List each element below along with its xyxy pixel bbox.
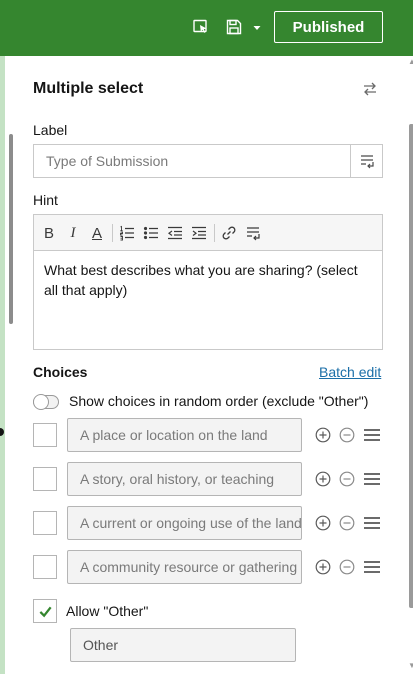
right-scrollbar[interactable] <box>409 124 413 608</box>
preview-icon[interactable] <box>191 16 211 38</box>
hint-editor: B I A What best describes what you are s… <box>33 214 383 350</box>
left-scrollbar[interactable] <box>9 134 13 324</box>
panel-title: Multiple select <box>33 80 144 97</box>
choice-field <box>67 462 302 496</box>
bullet-list-icon[interactable] <box>142 223 160 243</box>
outdent-icon[interactable] <box>166 223 184 243</box>
remove-choice-icon[interactable] <box>339 427 355 443</box>
insert-expression-icon[interactable] <box>244 223 262 243</box>
choice-input[interactable] <box>68 507 301 539</box>
hint-toolbar: B I A <box>34 215 382 251</box>
link-icon[interactable] <box>220 223 238 243</box>
swap-icon[interactable] <box>361 80 379 98</box>
choice-default-checkbox[interactable] <box>33 467 57 491</box>
choice-field <box>67 418 302 452</box>
text-color-icon[interactable]: A <box>88 223 106 243</box>
indent-icon[interactable] <box>190 223 208 243</box>
choice-row <box>33 418 385 452</box>
checkmark-icon <box>39 606 52 617</box>
drag-handle-icon[interactable] <box>363 427 381 443</box>
other-choice-input[interactable] <box>71 629 295 661</box>
label-field <box>33 144 383 178</box>
choice-field <box>67 550 302 584</box>
choices-heading: Choices <box>33 364 88 380</box>
hint-heading: Hint <box>33 192 58 208</box>
toolbar-divider <box>112 224 113 242</box>
toggle-knob <box>33 394 49 410</box>
hint-text[interactable]: What best describes what you are sharing… <box>34 251 382 309</box>
remove-choice-icon[interactable] <box>339 559 355 575</box>
allow-other-label: Allow "Other" <box>66 603 149 619</box>
italic-icon[interactable]: I <box>64 223 82 243</box>
choice-row <box>33 506 385 540</box>
ordered-list-icon[interactable] <box>118 223 136 243</box>
remove-choice-icon[interactable] <box>339 471 355 487</box>
choice-input[interactable] <box>68 463 301 495</box>
save-icon[interactable] <box>224 16 244 38</box>
choice-row <box>33 550 385 584</box>
properties-panel: ▲ ▼ Multiple select Label Hint B I A <box>5 56 413 674</box>
scroll-down-arrow[interactable]: ▼ <box>408 662 413 670</box>
insert-expression-icon[interactable] <box>350 145 382 177</box>
choice-default-checkbox[interactable] <box>33 423 57 447</box>
bold-icon[interactable]: B <box>40 223 58 243</box>
scroll-up-arrow[interactable]: ▲ <box>408 58 413 66</box>
top-toolbar: Published <box>0 0 413 56</box>
add-choice-icon[interactable] <box>315 427 331 443</box>
choice-field <box>67 506 302 540</box>
toolbar-divider <box>214 224 215 242</box>
choice-input[interactable] <box>68 551 301 583</box>
add-choice-icon[interactable] <box>315 559 331 575</box>
label-input[interactable] <box>34 145 350 177</box>
choice-default-checkbox[interactable] <box>33 555 57 579</box>
add-choice-icon[interactable] <box>315 471 331 487</box>
published-button[interactable]: Published <box>274 11 383 43</box>
drag-handle-icon[interactable] <box>363 471 381 487</box>
batch-edit-link[interactable]: Batch edit <box>319 364 381 380</box>
choice-input[interactable] <box>68 419 301 451</box>
choice-row <box>33 462 385 496</box>
drag-handle-icon[interactable] <box>363 559 381 575</box>
remove-choice-icon[interactable] <box>339 515 355 531</box>
allow-other-checkbox[interactable] <box>33 599 57 623</box>
chevron-down-icon[interactable] <box>251 21 263 33</box>
random-order-label: Show choices in random order (exclude "O… <box>69 393 369 409</box>
other-choice-field <box>70 628 296 662</box>
choice-default-checkbox[interactable] <box>33 511 57 535</box>
label-heading: Label <box>33 122 68 138</box>
add-choice-icon[interactable] <box>315 515 331 531</box>
drag-handle-icon[interactable] <box>363 515 381 531</box>
random-order-toggle[interactable] <box>33 394 59 410</box>
